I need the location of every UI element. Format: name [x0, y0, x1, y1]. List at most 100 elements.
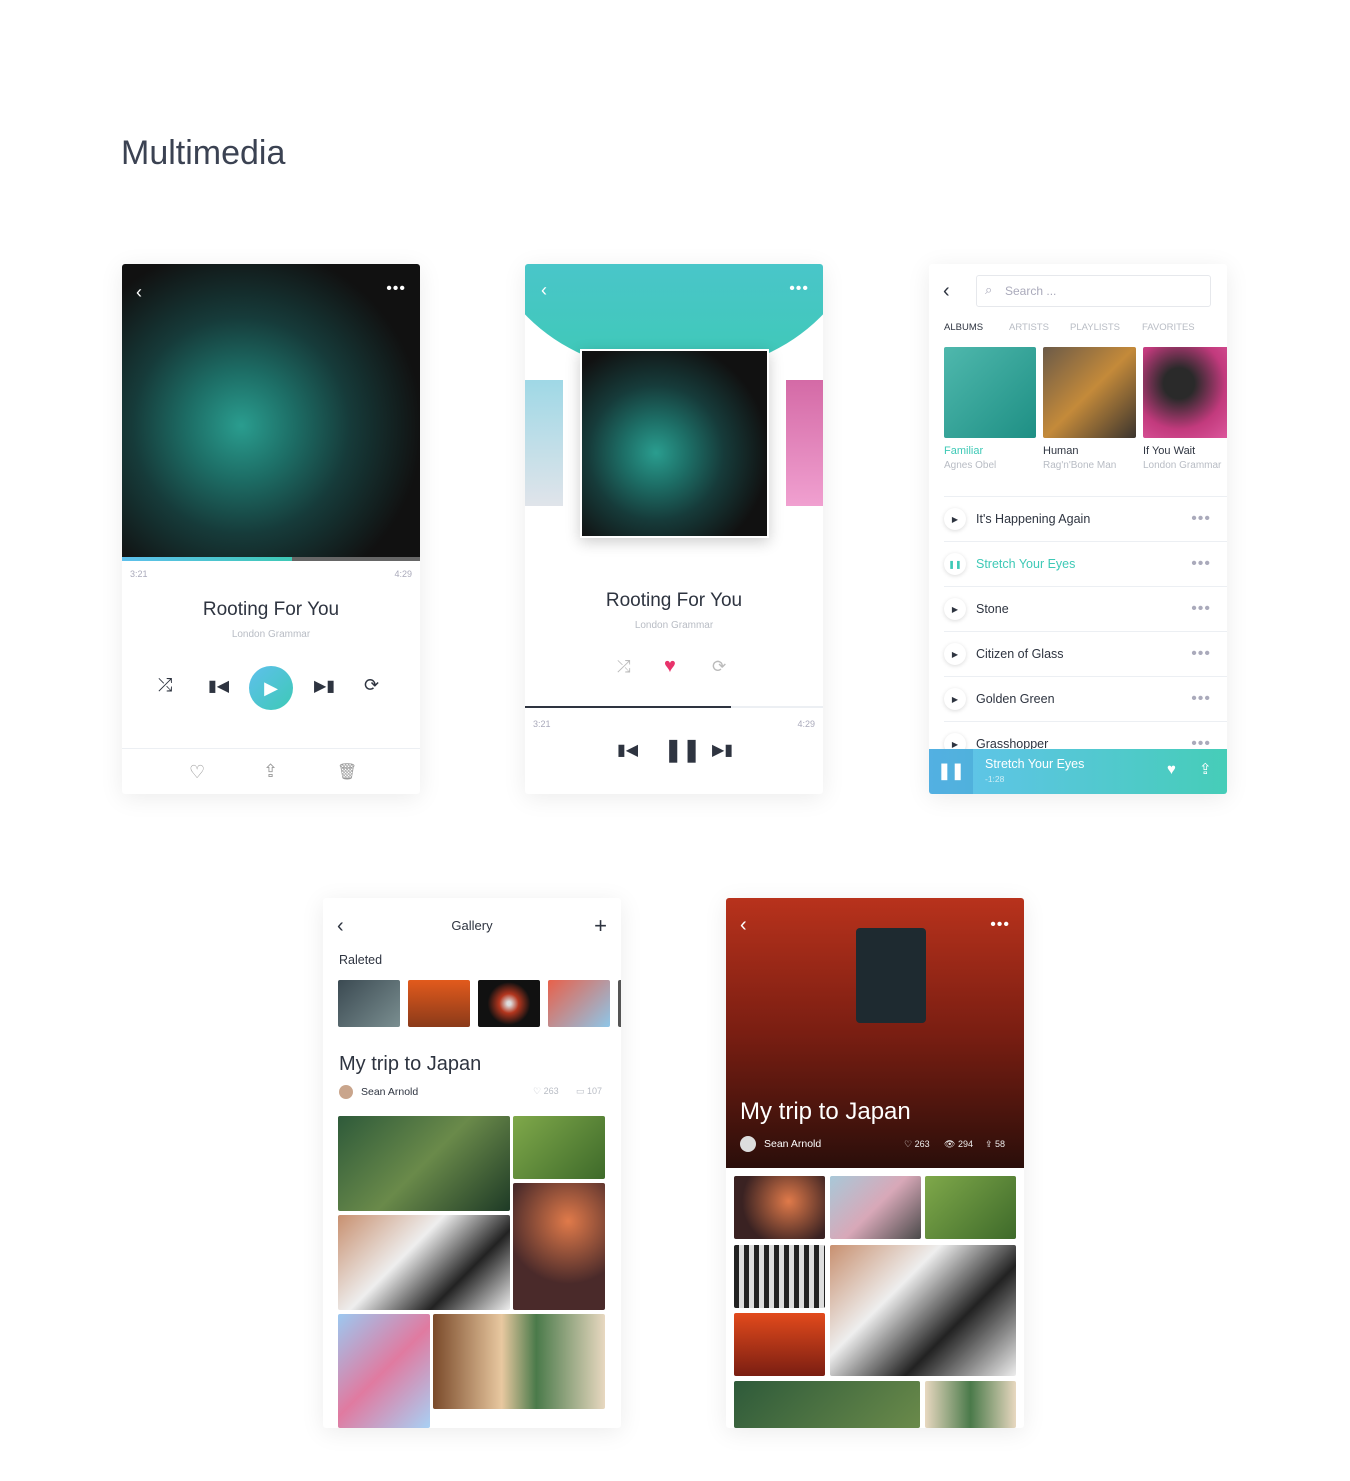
tab-albums[interactable]: ALBUMS	[944, 322, 1009, 333]
song-row[interactable]: ▶ Golden Green •••	[944, 677, 1227, 722]
album-art	[122, 264, 420, 558]
total-time: 4:29	[797, 719, 815, 729]
photo[interactable]	[925, 1176, 1016, 1239]
photos-count: 107	[587, 1086, 603, 1096]
repeat-icon[interactable]: ⟳	[712, 657, 726, 677]
next-album-art[interactable]	[786, 380, 823, 506]
prev-album-art[interactable]	[525, 380, 563, 506]
album-title: If You Wait	[1143, 445, 1196, 457]
photo[interactable]	[830, 1245, 1016, 1376]
music-library-card: ‹ ⌕ Search ... ALBUMS ARTISTS PLAYLISTS …	[929, 264, 1227, 794]
album-title: My trip to Japan	[339, 1053, 482, 1075]
previous-icon[interactable]: ▮◀	[617, 740, 638, 760]
shuffle-icon[interactable]: ⤮	[158, 675, 172, 696]
likes-count: 263	[914, 1139, 930, 1149]
photo[interactable]	[925, 1381, 1016, 1428]
more-icon[interactable]: •••	[990, 916, 1010, 934]
music-player-card-2: ‹ ••• Rooting For You London Grammar ⤮ ♥…	[525, 264, 823, 794]
back-icon[interactable]: ‹	[541, 280, 547, 301]
song-row[interactable]: ▶ Stone •••	[944, 587, 1227, 632]
photo[interactable]	[338, 1314, 430, 1428]
more-icon[interactable]: •••	[789, 280, 809, 298]
tab-artists[interactable]: ARTISTS	[1009, 322, 1070, 333]
share-icon[interactable]: ⇪	[263, 761, 278, 782]
more-icon[interactable]: •••	[1191, 555, 1211, 573]
share-icon[interactable]: ⇪	[985, 1139, 995, 1149]
progress-bar[interactable]	[122, 557, 420, 561]
previous-icon[interactable]: ▮◀	[208, 676, 229, 696]
heart-icon[interactable]: ♡	[189, 762, 205, 783]
now-playing-bar[interactable]: ❚❚ Stretch Your Eyes -1:28 ♥ ⇪	[929, 749, 1227, 794]
photo[interactable]	[513, 1116, 605, 1179]
more-icon[interactable]: •••	[1191, 690, 1211, 708]
related-photo[interactable]	[408, 980, 470, 1027]
song-row[interactable]: ▶ Citizen of Glass •••	[944, 632, 1227, 677]
more-icon[interactable]: •••	[1191, 645, 1211, 663]
repeat-icon[interactable]: ⟳	[364, 675, 379, 696]
search-icon: ⌕	[985, 282, 993, 297]
tab-playlists[interactable]: PLAYLISTS	[1070, 322, 1142, 333]
share-icon[interactable]: ⇪	[1199, 760, 1212, 778]
tab-favorites[interactable]: FAVORITES	[1142, 322, 1195, 333]
eye-icon: 👁	[944, 1139, 958, 1149]
album-detail-card: ‹ ••• My trip to Japan Sean Arnold ♡ 263…	[726, 898, 1024, 1428]
back-icon[interactable]: ‹	[943, 280, 950, 303]
photo[interactable]	[338, 1116, 510, 1211]
photo[interactable]	[734, 1381, 920, 1428]
song-row[interactable]: ▶ It's Happening Again •••	[944, 497, 1227, 542]
heart-icon[interactable]: ♥	[664, 655, 676, 678]
photo[interactable]	[734, 1313, 825, 1376]
likes-count: 263	[543, 1086, 559, 1096]
related-photo[interactable]	[618, 980, 621, 1027]
trash-icon[interactable]: 🗑	[337, 762, 357, 782]
related-photo[interactable]	[338, 980, 400, 1027]
next-icon[interactable]: ▶▮	[314, 676, 335, 696]
play-icon[interactable]: ▶	[944, 508, 966, 530]
shuffle-icon[interactable]: ⤮	[617, 657, 631, 677]
photo[interactable]	[433, 1314, 605, 1409]
back-icon[interactable]: ‹	[740, 914, 747, 937]
photo[interactable]	[338, 1215, 510, 1310]
current-time: 3:21	[533, 719, 551, 729]
play-icon[interactable]: ▶	[944, 688, 966, 710]
related-photo[interactable]	[548, 980, 610, 1027]
album-if-you-wait-art[interactable]	[1143, 347, 1227, 438]
song-title: Golden Green	[976, 692, 1055, 706]
album-familiar-art[interactable]	[944, 347, 1036, 438]
more-icon[interactable]: •••	[1191, 600, 1211, 618]
photo[interactable]	[734, 1176, 825, 1239]
album-artist: Rag'n'Bone Man	[1043, 460, 1117, 471]
current-time: 3:21	[130, 569, 148, 579]
search-input[interactable]: ⌕ Search ...	[976, 275, 1211, 307]
music-player-card: ‹ ••• 3:21 4:29 Rooting For You London G…	[122, 264, 420, 794]
back-icon[interactable]: ‹	[136, 282, 142, 303]
play-icon[interactable]: ▶	[944, 598, 966, 620]
album-title: Human	[1043, 445, 1079, 457]
song-title: Stretch Your Eyes	[976, 557, 1076, 571]
heart-icon: ♡	[533, 1086, 544, 1096]
gallery-title: Gallery	[451, 918, 493, 933]
now-playing-title: Stretch Your Eyes	[985, 757, 1085, 771]
photo[interactable]	[513, 1183, 605, 1310]
album-human-art[interactable]	[1043, 347, 1136, 438]
photo[interactable]	[830, 1176, 921, 1239]
photo[interactable]	[734, 1245, 825, 1308]
song-title: It's Happening Again	[976, 512, 1091, 526]
related-photo[interactable]	[478, 980, 540, 1027]
pause-button[interactable]: ❚❚	[929, 749, 973, 794]
pause-icon[interactable]: ❚❚	[664, 737, 701, 763]
more-icon[interactable]: •••	[386, 280, 406, 298]
next-icon[interactable]: ▶▮	[712, 740, 733, 760]
play-icon[interactable]: ▶	[944, 643, 966, 665]
heart-icon[interactable]: ♥	[1167, 761, 1176, 778]
song-row-active[interactable]: ❚❚ Stretch Your Eyes •••	[944, 542, 1227, 587]
add-icon[interactable]: +	[594, 913, 607, 939]
total-time: 4:29	[394, 569, 412, 579]
photos-icon: ▭	[576, 1086, 588, 1096]
heart-icon[interactable]: ♡	[904, 1139, 915, 1149]
pause-icon[interactable]: ❚❚	[944, 553, 966, 575]
views-count: 294	[957, 1139, 973, 1149]
more-icon[interactable]: •••	[1191, 510, 1211, 528]
progress-bar[interactable]	[525, 706, 823, 708]
play-button[interactable]: ▶	[249, 666, 293, 710]
